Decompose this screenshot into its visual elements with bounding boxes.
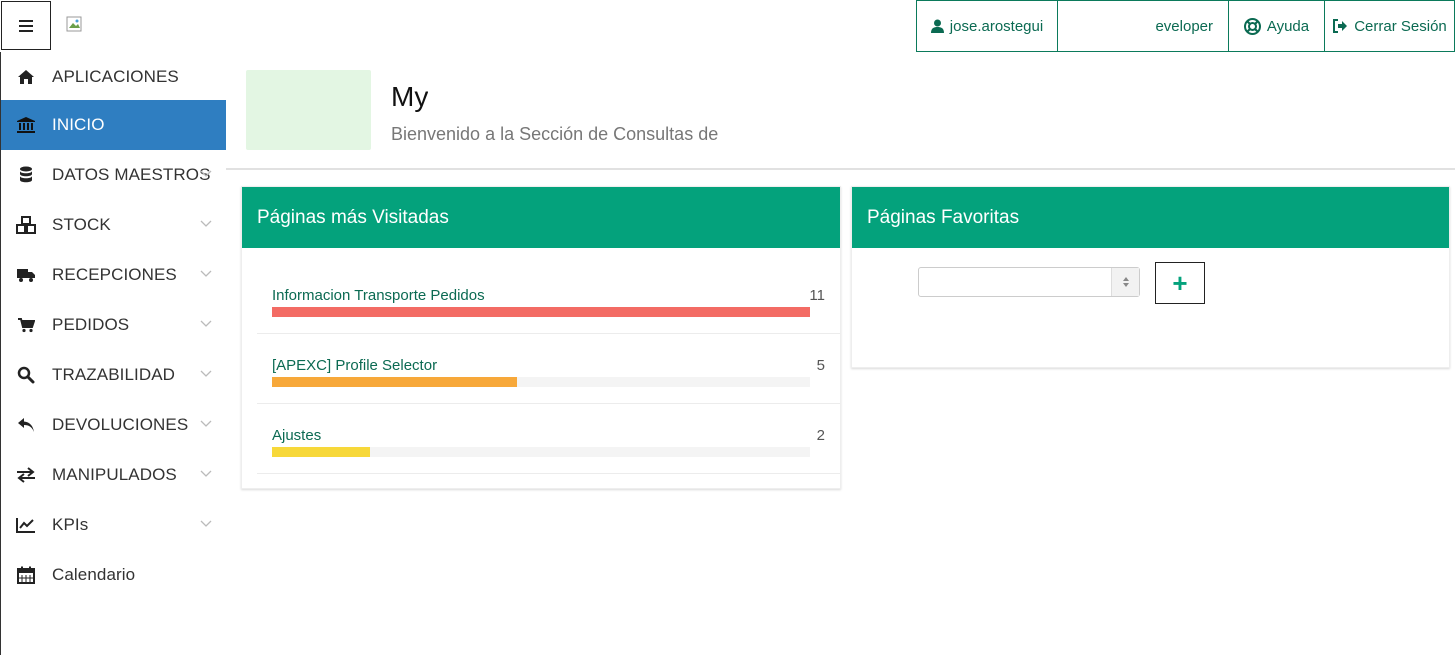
chevron-down-icon [200, 520, 212, 527]
visit-progress-bar [272, 307, 810, 317]
search-icon [16, 365, 36, 385]
truck-icon [16, 265, 36, 285]
visited-page-link[interactable]: Ajustes [272, 427, 321, 444]
sidebar-item-label: RECEPCIONES [52, 265, 177, 284]
help-label: Ayuda [1266, 17, 1310, 35]
home-icon [16, 67, 36, 87]
visit-count: 5 [816, 357, 825, 374]
sidebar-item-inicio[interactable]: INICIO [1, 100, 227, 150]
sidebar-item-datos-maestros[interactable]: DATOS MAESTROS [1, 150, 227, 200]
role-button[interactable]: eveloper [1057, 0, 1229, 52]
visit-count: 11 [809, 287, 825, 304]
chevron-down-icon [200, 220, 212, 227]
sidebar-item-manipulados[interactable]: MANIPULADOS [1, 450, 227, 500]
favorites-title: Páginas Favoritas [852, 187, 1449, 248]
sidebar-item-label: MANIPULADOS [52, 465, 177, 484]
list-item: Informacion Transporte Pedidos 11 [257, 264, 840, 334]
visit-progress-track [272, 377, 810, 387]
visit-count: 2 [816, 427, 825, 444]
page-header: My Bienvenido a la Sección de Consultas … [226, 52, 1455, 170]
sidebar-item-label: DEVOLUCIONES [52, 415, 189, 434]
select-arrows-icon [1111, 268, 1139, 296]
sidebar-item-label: APLICACIONES [52, 67, 179, 86]
user-name: jose.arostegui [949, 17, 1044, 35]
menu-toggle-button[interactable] [1, 1, 51, 50]
sign-out-icon [1333, 19, 1348, 33]
lifebuoy-icon [1243, 17, 1261, 35]
page-subtitle: Bienvenido a la Sección de Consultas de [391, 124, 719, 144]
plus-icon: + [1172, 267, 1188, 298]
list-item: Ajustes 2 [257, 404, 840, 474]
cart-icon [16, 315, 36, 335]
help-button[interactable]: Ayuda [1228, 0, 1325, 52]
chevron-down-icon [200, 470, 212, 477]
add-favorite-button[interactable]: + [1155, 262, 1205, 304]
most-visited-panel: Páginas más Visitadas Informacion Transp… [241, 186, 841, 489]
sidebar-item-calendario[interactable]: Calendario [1, 550, 227, 600]
sidebar-item-label: PEDIDOS [52, 315, 130, 334]
calendar-icon [16, 565, 36, 585]
hamburger-icon [19, 19, 33, 32]
chevron-down-icon [200, 270, 212, 277]
sidebar-item-label: KPIs [52, 515, 89, 534]
exchange-icon [16, 465, 36, 485]
database-icon [16, 165, 36, 185]
visited-page-link[interactable]: Informacion Transporte Pedidos [272, 287, 485, 304]
top-bar: jose.arostegui eveloper Ayuda Cerrar Ses… [0, 0, 1455, 52]
chevron-down-icon [200, 170, 212, 177]
logout-label: Cerrar Sesión [1354, 17, 1447, 35]
most-visited-title: Páginas más Visitadas [242, 187, 840, 248]
visit-progress-track [272, 307, 810, 317]
user-icon [930, 19, 944, 33]
sidebar-item-aplicaciones[interactable]: APLICACIONES [1, 52, 227, 102]
sidebar-item-devoluciones[interactable]: DEVOLUCIONES [1, 400, 227, 450]
chevron-down-icon [200, 320, 212, 327]
favorites-panel: Páginas Favoritas + [851, 186, 1450, 368]
sidebar-item-label: TRAZABILIDAD [52, 365, 176, 384]
sidebar-item-label: INICIO [52, 115, 105, 134]
reply-icon [16, 415, 36, 435]
sidebar-item-label: DATOS MAESTROS [52, 165, 211, 184]
user-button[interactable]: jose.arostegui [916, 0, 1058, 52]
chevron-down-icon [200, 370, 212, 377]
page-title: My [391, 82, 429, 112]
sidebar-item-trazabilidad[interactable]: TRAZABILIDAD [1, 350, 227, 400]
visit-progress-bar [272, 377, 517, 387]
chevron-down-icon [200, 420, 212, 427]
sidebar-item-label: Calendario [52, 565, 136, 584]
header-image [246, 70, 371, 150]
visit-progress-track [272, 447, 810, 457]
visit-progress-bar [272, 447, 370, 457]
sidebar-item-pedidos[interactable]: PEDIDOS [1, 300, 227, 350]
line-chart-icon [16, 515, 36, 535]
role-label: eveloper [1155, 17, 1213, 35]
bank-icon [16, 115, 36, 135]
broken-image-icon [66, 16, 82, 32]
list-item: [APEXC] Profile Selector 5 [257, 334, 840, 404]
cubes-icon [16, 215, 36, 235]
sidebar: APLICACIONES INICIO DATOS MAESTROS STOCK… [0, 52, 227, 655]
logout-button[interactable]: Cerrar Sesión [1324, 0, 1455, 52]
sidebar-item-label: STOCK [52, 215, 111, 234]
favorite-page-select[interactable] [918, 267, 1140, 297]
visited-page-link[interactable]: [APEXC] Profile Selector [272, 357, 437, 374]
sidebar-item-kpis[interactable]: KPIs [1, 500, 227, 550]
sidebar-item-stock[interactable]: STOCK [1, 200, 227, 250]
sidebar-item-recepciones[interactable]: RECEPCIONES [1, 250, 227, 300]
